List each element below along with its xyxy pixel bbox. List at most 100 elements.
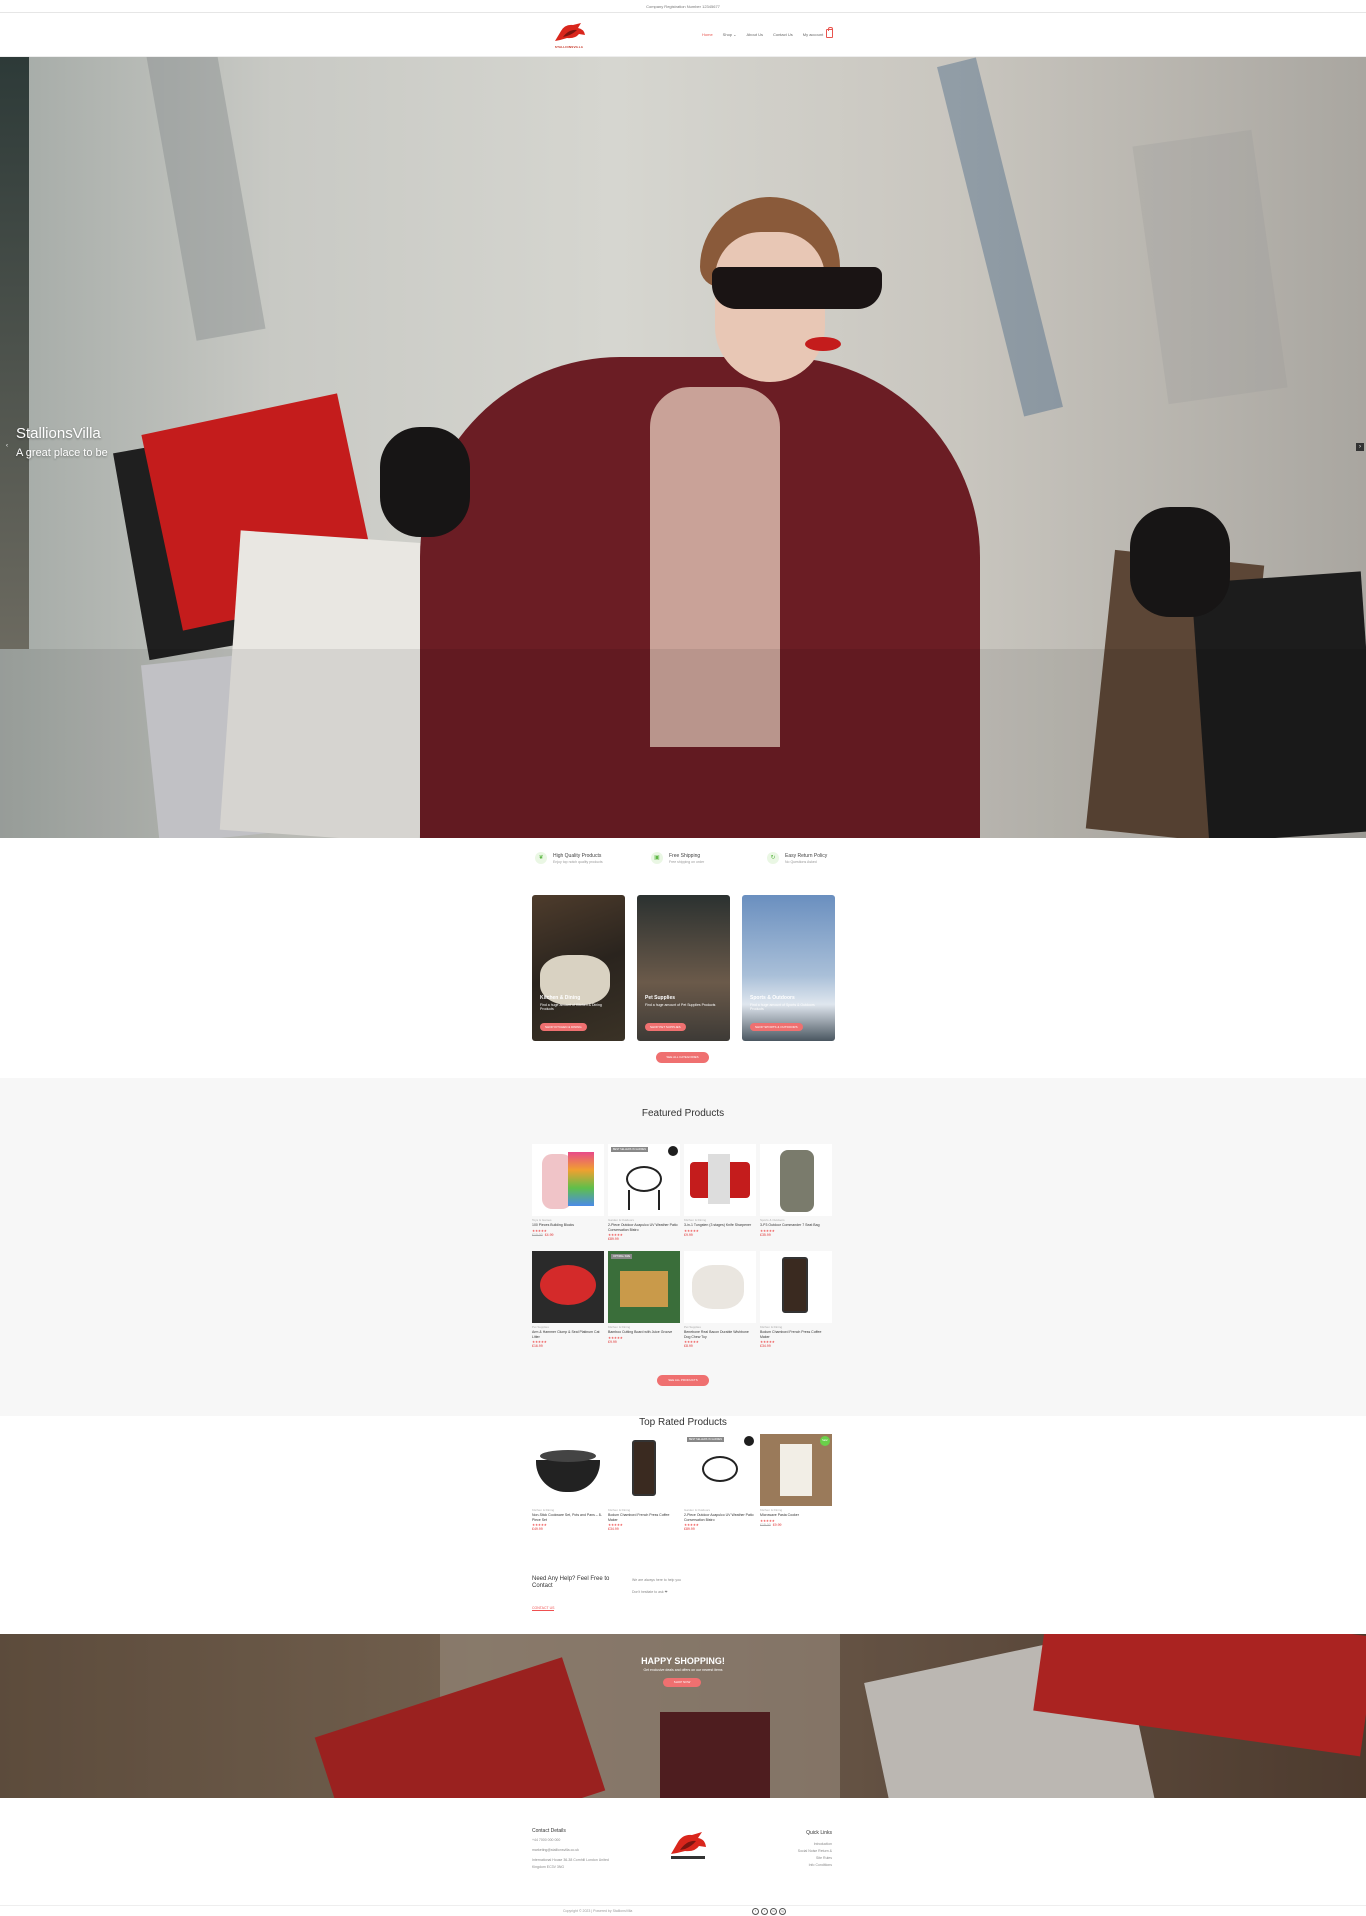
product-card[interactable]: Pet Supplies Benebone Real Bacon Durable… <box>684 1251 756 1348</box>
shop-sports-button[interactable]: SHOP SPORTS & OUTDOORS <box>750 1023 803 1031</box>
shop-kitchen-button[interactable]: SHOP KITCHEN & DINING <box>540 1023 587 1031</box>
category-description: Find a huge amount of Pet Supplies Produ… <box>645 1003 716 1007</box>
product-card[interactable]: Kitchen & Dining 3-in-1 Tungsten (3 stag… <box>684 1144 756 1241</box>
product-name[interactable]: 100 Pieces Building Blocks <box>532 1223 604 1228</box>
feature-subtitle: No Questions Asked <box>785 859 817 864</box>
see-all-products-button[interactable]: SEE ALL PRODUCTS <box>657 1375 709 1386</box>
product-price-line: £9.99 <box>684 1233 756 1237</box>
product-name[interactable]: 2-Piece Outdoor Acapulco UV Weather Pati… <box>684 1513 756 1522</box>
product-badge: BEST SELLERS IN GARDEN <box>687 1437 725 1442</box>
product-price: £34.99 <box>760 1344 771 1348</box>
footer-horse-logo-icon[interactable] <box>667 1830 709 1862</box>
product-name[interactable]: Benebone Real Bacon Durable Wishbone Dog… <box>684 1330 756 1339</box>
slider-prev-arrow-icon[interactable]: ‹ <box>6 443 8 449</box>
product-card[interactable]: Toys & Games 100 Pieces Building Blocks … <box>532 1144 604 1241</box>
help-text: Don't hesitate to ask ❤ <box>632 1590 668 1594</box>
footer-quick-link[interactable]: Introduction <box>760 1842 832 1846</box>
product-name[interactable]: 3-in-1 Tungsten (3 stages) Knife Sharpen… <box>684 1223 756 1228</box>
product-card[interactable]: Kitchen & Dining Non-Stick Cookware Set,… <box>532 1434 604 1531</box>
hero-title: StallionsVilla <box>16 425 101 442</box>
product-card[interactable]: Sale! Kitchen & Dining Microwave Pasta C… <box>760 1434 832 1531</box>
footer-quick-link[interactable]: Info Conditions <box>760 1863 832 1867</box>
slider-next-arrow-icon[interactable]: › <box>1356 443 1364 451</box>
product-name[interactable]: 2-Piece Outdoor Acapulco UV Weather Pati… <box>608 1223 680 1232</box>
footer-quick-link[interactable]: Site Rules <box>760 1856 832 1860</box>
contact-us-link[interactable]: CONTACT US <box>532 1606 555 1611</box>
nav-item-my-account[interactable]: My account <box>803 32 823 37</box>
feature-title: High Quality Products <box>553 852 602 859</box>
site-logo[interactable]: STALLIONSVILLA <box>551 21 587 49</box>
product-card[interactable]: Kitchen & Dining Bodum Chambord French P… <box>608 1434 680 1531</box>
product-image[interactable] <box>760 1251 832 1323</box>
hero-glove-right <box>1130 507 1230 617</box>
product-image[interactable]: OPTIMAL SIZE <box>608 1251 680 1323</box>
footer-phone[interactable]: +44 7000 000 000 <box>532 1838 560 1842</box>
nav-item-about-us[interactable]: About Us <box>747 32 763 37</box>
hero-lower-band <box>0 649 1366 838</box>
product-image[interactable] <box>608 1434 680 1506</box>
footer-quick-link[interactable]: Social Noise Return & <box>760 1849 832 1853</box>
product-price-line: £9.99 <box>608 1340 680 1344</box>
product-price: £89.99 <box>608 1237 619 1241</box>
shop-pets-button[interactable]: SHOP PET SUPPLIES <box>645 1023 686 1031</box>
feature-returns: ↻ Easy Return Policy No Questions Asked <box>767 852 863 864</box>
product-name[interactable]: Arm & Hammer Clump & Seal Platinum Cat L… <box>532 1330 604 1339</box>
footer-address: International House 36-38 Cornhill Londo… <box>532 1858 609 1862</box>
nav-item-shop-label: Shop <box>722 32 733 37</box>
product-image[interactable] <box>532 1434 604 1506</box>
product-name[interactable]: Non-Stick Cookware Set, Pots and Pans – … <box>532 1513 604 1522</box>
featured-products-title: Featured Products <box>641 1108 725 1119</box>
leaf-icon: ❦ <box>535 852 547 864</box>
category-card-kitchen[interactable]: Kitchen & Dining Find a huge amount of K… <box>532 895 625 1041</box>
category-card-pets[interactable]: Pet Supplies Find a huge amount of Pet S… <box>637 895 730 1041</box>
product-price-line: £35.99 <box>760 1233 832 1237</box>
product-category: Toys & Games <box>532 1218 552 1222</box>
product-name[interactable]: Microwave Pasta Cooker <box>760 1513 832 1518</box>
product-name[interactable]: Bamboo Cutting Board with Juice Groove <box>608 1330 680 1335</box>
footer-email[interactable]: marketing@stallionsvilla.co.uk <box>532 1848 579 1852</box>
product-image[interactable]: BEST SELLERS IN GARDEN <box>684 1434 756 1506</box>
product-image[interactable] <box>532 1144 604 1216</box>
product-badge: BEST SELLERS IN GARDEN <box>611 1147 649 1152</box>
product-image[interactable]: BEST SELLERS IN GARDEN <box>608 1144 680 1216</box>
site-footer: Contact Details +44 7000 000 000 marketi… <box>0 1798 1366 1916</box>
banner-subtitle: Get exclusive deals and offers on our ne… <box>643 1668 723 1672</box>
product-price-line: £34.99 <box>608 1527 680 1531</box>
product-image[interactable] <box>532 1251 604 1323</box>
product-card[interactable]: Pet Supplies Arm & Hammer Clump & Seal P… <box>532 1251 604 1348</box>
product-name[interactable]: Bodum Chambord French Press Coffee Maker <box>760 1330 832 1339</box>
linkedin-icon[interactable]: in <box>770 1908 777 1915</box>
product-card[interactable]: BEST SELLERS IN GARDEN Garden & Outdoors… <box>684 1434 756 1531</box>
see-all-categories-button[interactable]: SEE ALL CATEGORIES <box>656 1052 709 1063</box>
top-rated-grid: Kitchen & Dining Non-Stick Cookware Set,… <box>532 1434 832 1531</box>
company-registration-text: Company Registration Number 12345677 <box>646 4 720 9</box>
product-name[interactable]: Bodum Chambord French Press Coffee Maker <box>608 1513 680 1522</box>
product-price: £34.99 <box>608 1527 619 1531</box>
cart-icon[interactable] <box>826 27 833 38</box>
product-price: £49.99 <box>532 1527 543 1531</box>
product-card[interactable]: OPTIMAL SIZE Kitchen & Dining Bamboo Cut… <box>608 1251 680 1348</box>
product-price: £8.99 <box>684 1344 693 1348</box>
product-name[interactable]: 3-P3 Outdoor Commander 7 Seat Bag <box>760 1223 832 1228</box>
nav-item-home[interactable]: Home <box>702 32 713 37</box>
twitter-icon[interactable]: t <box>761 1908 768 1915</box>
product-image[interactable]: Sale! <box>760 1434 832 1506</box>
category-card-sports[interactable]: Sports & Outdoors Find a huge amount of … <box>742 895 835 1041</box>
product-image[interactable] <box>684 1144 756 1216</box>
hero-sunglasses <box>712 267 882 309</box>
facebook-icon[interactable]: f <box>752 1908 759 1915</box>
nav-item-contact-us[interactable]: Contact Us <box>773 32 793 37</box>
product-price: £9.99 <box>608 1339 617 1344</box>
product-card[interactable]: Kitchen & Dining Bodum Chambord French P… <box>760 1251 832 1348</box>
instagram-icon[interactable]: ig <box>779 1908 786 1915</box>
product-card[interactable]: Sports & Outdoors 3-P3 Outdoor Commander… <box>760 1144 832 1241</box>
product-category: Kitchen & Dining <box>760 1508 783 1512</box>
footer-contact-title: Contact Details <box>532 1828 566 1834</box>
site-header: STALLIONSVILLA Home Shop ⌄ About Us Cont… <box>0 13 1366 57</box>
product-price: £9.99 <box>772 1522 782 1527</box>
product-card[interactable]: BEST SELLERS IN GARDEN Garden & Outdoors… <box>608 1144 680 1241</box>
nav-item-shop[interactable]: Shop ⌄ <box>723 32 737 37</box>
shop-now-button[interactable]: SHOP NOW <box>663 1678 701 1687</box>
product-image[interactable] <box>760 1144 832 1216</box>
product-image[interactable] <box>684 1251 756 1323</box>
